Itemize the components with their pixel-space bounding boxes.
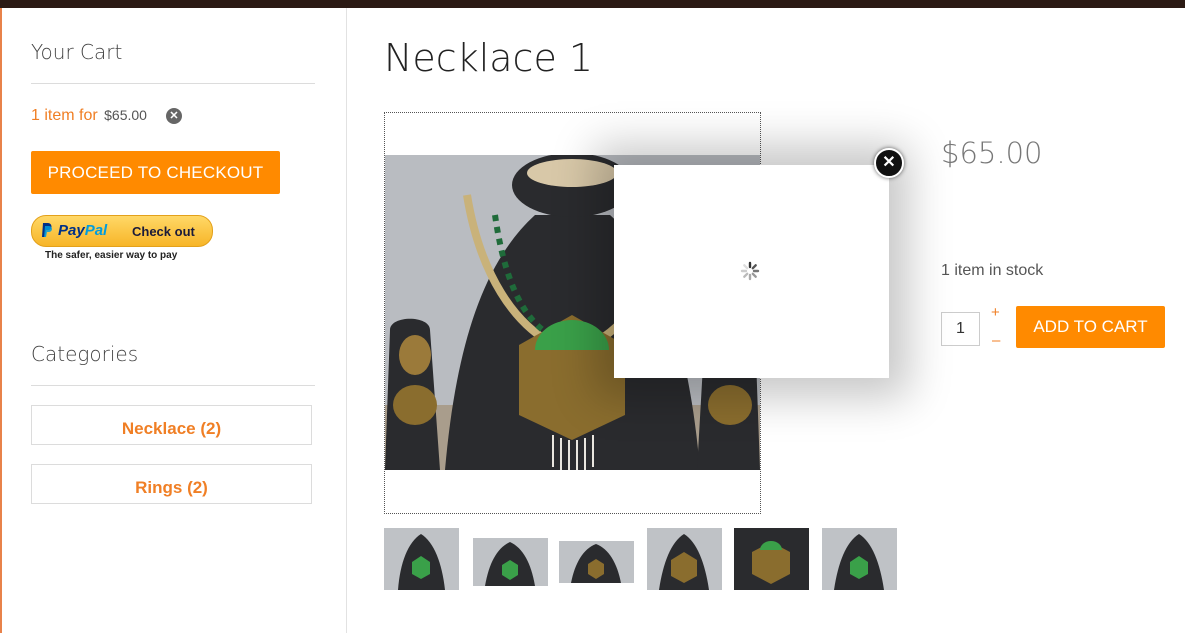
product-thumbnail[interactable] bbox=[822, 528, 897, 590]
lightbox-close-icon[interactable]: ✕ bbox=[874, 148, 904, 178]
paypal-logo: PayPal bbox=[58, 222, 108, 239]
product-thumbnail[interactable] bbox=[647, 528, 722, 590]
quantity-input[interactable]: 1 bbox=[941, 312, 980, 346]
paypal-p-icon bbox=[42, 223, 52, 237]
product-thumbnail[interactable] bbox=[473, 538, 548, 586]
product-thumbnail[interactable] bbox=[734, 528, 809, 590]
lightbox-modal bbox=[614, 165, 889, 378]
proceed-to-checkout-button[interactable]: PROCEED TO CHECKOUT bbox=[31, 151, 280, 194]
categories-divider bbox=[31, 385, 315, 386]
cart-summary[interactable]: 1 item for $65.00 bbox=[31, 107, 147, 125]
add-to-cart-button[interactable]: ADD TO CART bbox=[1016, 306, 1165, 348]
sidebar: Your Cart 1 item for $65.00 ✕ PROCEED TO… bbox=[2, 8, 347, 633]
cart-divider bbox=[31, 83, 315, 84]
cart-title: Your Cart bbox=[31, 40, 123, 64]
product-thumbnail[interactable] bbox=[559, 541, 634, 583]
product-price: $65.00 bbox=[941, 136, 1043, 170]
paypal-tagline: The safer, easier way to pay bbox=[45, 250, 178, 261]
remove-cart-item-icon[interactable]: ✕ bbox=[166, 108, 182, 124]
category-necklace[interactable]: Necklace (2) bbox=[31, 405, 312, 445]
stock-status: 1 item in stock bbox=[941, 262, 1044, 279]
paypal-checkout-button[interactable]: PayPal Check out The safer, easier way t… bbox=[31, 215, 213, 267]
category-rings[interactable]: Rings (2) bbox=[31, 464, 312, 504]
product-thumbnail[interactable] bbox=[384, 528, 459, 590]
loading-spinner-icon bbox=[740, 261, 760, 281]
product-title: Necklace 1 bbox=[384, 36, 594, 80]
paypal-button-pill[interactable]: PayPal Check out bbox=[31, 215, 213, 247]
quantity-increase-button[interactable]: + bbox=[991, 304, 1000, 321]
cart-summary-text[interactable]: 1 item for bbox=[31, 107, 98, 124]
quantity-decrease-button[interactable]: – bbox=[992, 332, 1000, 349]
top-bar bbox=[0, 0, 1185, 8]
cart-summary-amount: $65.00 bbox=[104, 107, 147, 123]
categories-title: Categories bbox=[31, 342, 139, 366]
paypal-check-out-text: Check out bbox=[132, 224, 195, 239]
